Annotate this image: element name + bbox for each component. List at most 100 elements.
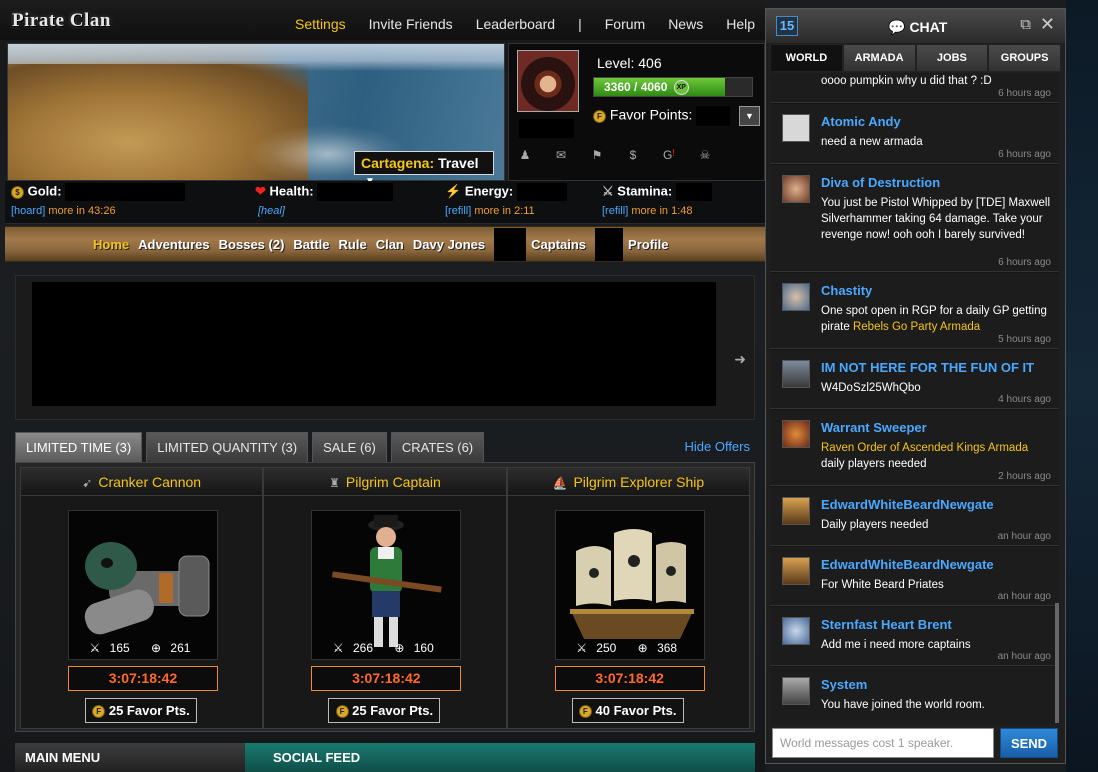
message-author[interactable]: IM NOT HERE FOR THE FUN OF IT <box>821 360 1034 375</box>
tab-jobs[interactable]: JOBS <box>915 44 989 72</box>
nav-help[interactable]: Help <box>726 16 755 32</box>
message-time: 4 hours ago <box>998 394 1051 405</box>
avatar[interactable] <box>782 283 810 311</box>
message-author[interactable]: Atomic Andy <box>821 114 901 129</box>
message-author[interactable]: Chastity <box>821 283 872 298</box>
avatar[interactable] <box>782 114 810 142</box>
nav-news[interactable]: News <box>668 16 703 32</box>
nav-home[interactable]: Home <box>93 237 129 252</box>
send-button[interactable]: SEND <box>1000 728 1058 758</box>
favor-coin-icon: F <box>578 705 592 719</box>
message-author[interactable]: EdwardWhiteBeardNewgate <box>821 497 994 512</box>
defense-value: 261 <box>170 641 191 655</box>
stamina-refill-link[interactable]: [refill] <box>602 205 628 217</box>
chat-title: 💬 CHAT <box>888 19 947 36</box>
offer-stats: ⚔ 165 ⊕ 261 <box>69 641 217 655</box>
nav-clan[interactable]: Clan <box>376 237 404 252</box>
gold-icon: $ <box>11 185 24 199</box>
user-icon[interactable]: ♟ <box>517 148 533 164</box>
message-author[interactable]: System <box>821 677 867 692</box>
skull-icon[interactable]: ☠ <box>697 148 713 164</box>
list-item: oooo pumpkin why u did that ? :D 6 hours… <box>770 73 1059 103</box>
hide-offers-link[interactable]: Hide Offers <box>684 439 750 454</box>
avatar[interactable] <box>782 617 810 645</box>
nav-invite-friends[interactable]: Invite Friends <box>369 16 453 32</box>
nav-adventures[interactable]: Adventures <box>138 237 210 252</box>
nav-separator: | <box>578 16 582 32</box>
list-item: Atomic Andy need a new armada 6 hours ag… <box>770 104 1059 164</box>
tab-sale[interactable]: SALE (6) <box>312 432 387 462</box>
message-author[interactable]: Warrant Sweeper <box>821 420 927 435</box>
close-icon[interactable]: ✕ <box>1040 14 1055 35</box>
current-location: Cartagena: <box>361 155 435 171</box>
message-text: You just be Pistol Whipped by [TDE] Maxw… <box>821 197 1051 241</box>
hoard-link[interactable]: [hoard] <box>11 205 45 217</box>
nav-settings[interactable]: Settings <box>295 16 346 32</box>
offer-title-text: Pilgrim Explorer Ship <box>573 474 705 490</box>
nav-battle[interactable]: Battle <box>293 237 329 252</box>
nav-captains[interactable]: Captains <box>531 237 586 252</box>
offer-price: 40 Favor Pts. <box>595 703 677 718</box>
xp-text: 3360 / 4060 XP <box>604 80 689 96</box>
defense-value: 160 <box>413 641 434 655</box>
social-feed-tab[interactable]: SOCIAL FEED <box>245 743 755 772</box>
chat-input-row: SEND <box>772 728 1061 760</box>
avatar[interactable] <box>782 557 810 585</box>
offer-image-captain[interactable]: ⚔ 266 ⊕ 160 <box>311 510 462 660</box>
nav-davy-jones[interactable]: Davy Jones <box>413 237 485 252</box>
energy-refill-link[interactable]: [refill] <box>445 205 471 217</box>
chat-scrollbar[interactable] <box>1055 603 1059 723</box>
mail-icon[interactable]: ✉ <box>553 148 569 164</box>
nav-forum[interactable]: Forum <box>605 16 645 32</box>
chat-user-count: 15 <box>776 16 798 36</box>
defense-stat: ⊕ 368 <box>637 641 678 655</box>
offer-price: 25 Favor Pts. <box>108 703 190 718</box>
list-item: IM NOT HERE FOR THE FUN OF IT W4DoSzl25W… <box>770 350 1059 409</box>
game-logo[interactable]: Pirate Clan <box>12 10 111 32</box>
tab-groups[interactable]: GROUPS <box>988 44 1061 72</box>
message-author[interactable]: Sternfast Heart Brent <box>821 617 952 632</box>
tab-armada[interactable]: ARMADA <box>842 44 916 72</box>
avatar[interactable] <box>782 360 810 388</box>
nav-profile[interactable]: Profile <box>628 237 668 252</box>
tab-world[interactable]: WORLD <box>770 44 843 72</box>
tab-limited-quantity[interactable]: LIMITED QUANTITY (3) <box>146 432 309 462</box>
message-author[interactable]: EdwardWhiteBeardNewgate <box>821 557 994 572</box>
nav-leaderboard[interactable]: Leaderboard <box>476 16 555 32</box>
heal-link[interactable]: [heal] <box>258 205 285 217</box>
buy-button[interactable]: F 25 Favor Pts. <box>328 698 441 723</box>
avatar[interactable] <box>782 175 810 203</box>
message-text: Raven Order of Ascended Kings Armada dail… <box>821 440 1053 472</box>
main-menu-tab[interactable]: MAIN MENU <box>15 743 245 772</box>
armada-link[interactable]: Rebels Go Party Armada <box>853 321 980 333</box>
armada-link[interactable]: Raven Order of Ascended Kings Armada <box>821 442 1028 454</box>
buy-button[interactable]: F 25 Favor Pts. <box>85 698 197 723</box>
avatar[interactable] <box>517 50 579 112</box>
nav-rule[interactable]: Rule <box>339 237 367 252</box>
tab-limited-time[interactable]: LIMITED TIME (3) <box>15 432 143 462</box>
gift-icon[interactable]: G! <box>661 148 677 164</box>
message-time: 6 hours ago <box>998 88 1051 99</box>
travel-button[interactable]: Cartagena: Travel ▼ <box>354 151 494 187</box>
offer-image-ship[interactable]: ⚔ 250 ⊕ 368 <box>554 510 705 660</box>
favor-coin-icon: F <box>593 109 606 123</box>
chat-message-list[interactable]: oooo pumpkin why u did that ? :D 6 hours… <box>770 73 1059 725</box>
offer-image-cannon[interactable]: ⚔ 165 ⊕ 261 <box>68 510 218 660</box>
list-item: Sternfast Heart Brent Add me i need more… <box>770 607 1059 666</box>
flag-icon[interactable]: ⚑ <box>589 148 605 164</box>
chat-header: 15 💬 CHAT ⧉ ✕ <box>766 9 1065 43</box>
tab-crates[interactable]: CRATES (6) <box>390 432 485 462</box>
chat-input[interactable] <box>772 728 994 758</box>
offer-title: ➹ Cranker Cannon <box>21 468 263 496</box>
coin-icon[interactable]: $ <box>625 148 641 164</box>
avatar[interactable] <box>782 497 810 525</box>
avatar[interactable] <box>782 420 810 448</box>
buy-button[interactable]: F 40 Favor Pts. <box>571 698 684 723</box>
ad-content-redacted <box>32 282 716 406</box>
popout-icon[interactable]: ⧉ <box>1020 16 1031 33</box>
message-author[interactable]: Diva of Destruction <box>821 175 940 190</box>
nav-bosses[interactable]: Bosses (2) <box>219 237 285 252</box>
arrow-right-icon[interactable]: ➜ <box>734 351 746 368</box>
favor-dropdown-button[interactable]: ▼ <box>739 106 760 126</box>
offer-title: ⛵ Pilgrim Explorer Ship <box>507 468 749 496</box>
